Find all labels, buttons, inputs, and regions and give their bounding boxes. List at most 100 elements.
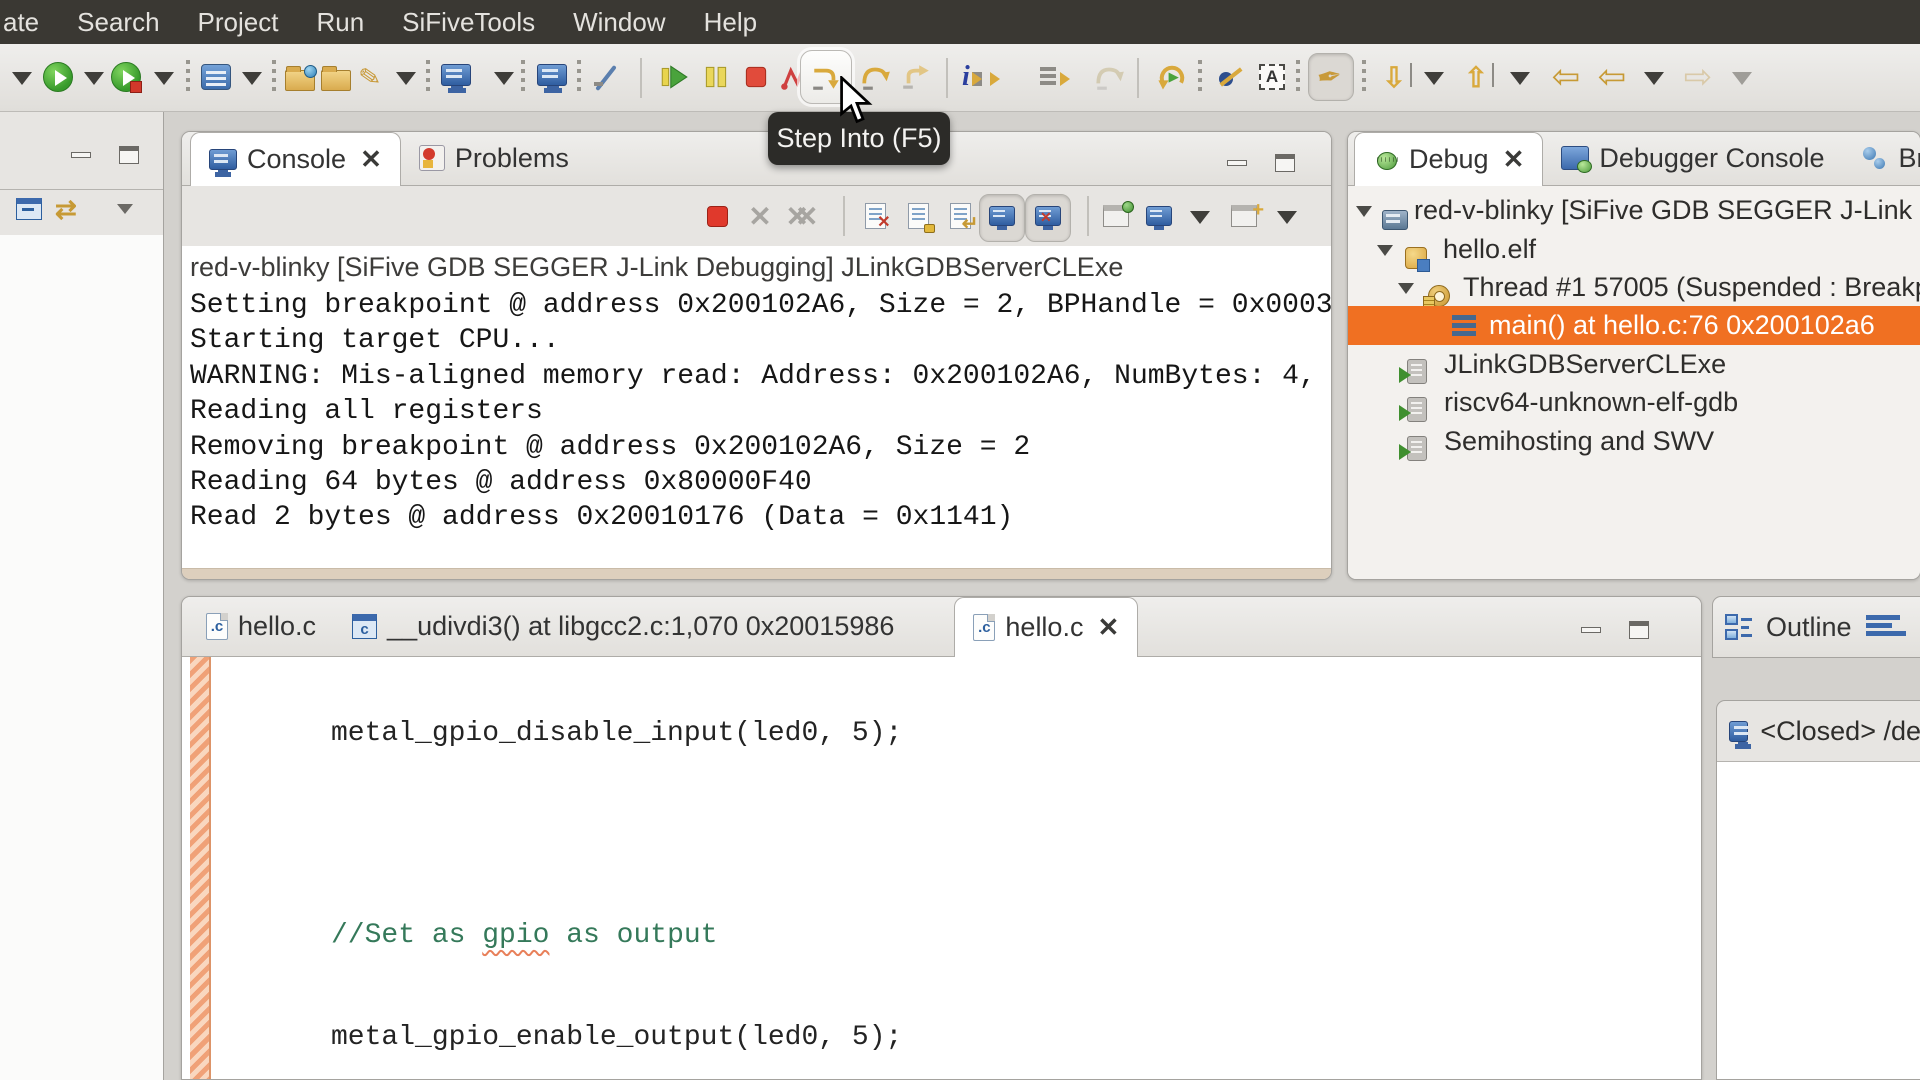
open-console-button[interactable]: + xyxy=(1226,198,1264,234)
previous-annotation-button[interactable]: ⇧ xyxy=(1458,58,1495,96)
move-to-line-button[interactable] xyxy=(1036,58,1072,96)
menu-run[interactable]: Run xyxy=(297,7,383,38)
tab-console[interactable]: Console ✕ xyxy=(190,132,401,186)
chevron-down-icon[interactable] xyxy=(486,58,522,96)
expander-icon[interactable] xyxy=(1356,206,1372,225)
clear-console-button[interactable]: ✕ xyxy=(857,198,893,234)
chevron-down-icon[interactable] xyxy=(1416,58,1452,96)
tab-udivdi3[interactable]: c __udivdi3() at libgcc2.c:1,070 0x20015… xyxy=(334,597,912,656)
chevron-down-icon[interactable] xyxy=(76,58,112,96)
chevron-down-icon[interactable] xyxy=(146,58,182,96)
chevron-down-icon[interactable] xyxy=(1182,198,1218,234)
chevron-down-icon[interactable] xyxy=(1724,58,1760,96)
chevron-down-icon[interactable] xyxy=(1502,58,1538,96)
chevron-down-icon[interactable] xyxy=(234,58,270,96)
menu-window[interactable]: Window xyxy=(554,7,684,38)
tab-problems[interactable]: Problems xyxy=(401,132,587,185)
highlight-pencil-button[interactable]: ✎ xyxy=(352,58,388,96)
tree-row-process[interactable]: Semihosting and SWV xyxy=(1348,422,1920,461)
close-icon[interactable]: ✕ xyxy=(1097,612,1119,643)
step-filters-button[interactable] xyxy=(1092,58,1128,96)
tab-hello-c-active-label: hello.c xyxy=(1005,612,1084,642)
expander-icon[interactable] xyxy=(1377,245,1393,264)
tree-row-elf[interactable]: hello.elf xyxy=(1348,230,1920,272)
show-stderr-button[interactable]: ✕ xyxy=(1030,198,1066,234)
code-editor[interactable]: metal_gpio_disable_input(led0, 5); //Set… xyxy=(182,657,1701,1079)
instruction-stepping-button[interactable]: i xyxy=(962,58,1000,96)
view-menu-icon[interactable] xyxy=(117,204,133,222)
resume-button[interactable] xyxy=(656,58,692,96)
menu-project[interactable]: Project xyxy=(179,7,298,38)
expander-icon[interactable] xyxy=(1398,283,1414,302)
menu-search[interactable]: Search xyxy=(58,7,178,38)
c-file-icon: .c xyxy=(206,612,228,640)
skip-breakpoints-button[interactable] xyxy=(1212,58,1248,96)
run-external-button[interactable] xyxy=(108,58,144,96)
run-button[interactable] xyxy=(40,58,76,96)
tab-hello-c-1[interactable]: .c hello.c xyxy=(188,597,334,656)
tab-debugger-console[interactable]: Debugger Console xyxy=(1543,132,1842,185)
menu-bar: ate Search Project Run SiFiveTools Windo… xyxy=(0,0,1920,44)
terminate-button[interactable] xyxy=(699,198,735,234)
restart-button[interactable] xyxy=(1154,58,1190,96)
console-content[interactable]: red-v-blinky [SiFive GDB SEGGER J-Link D… xyxy=(182,246,1331,569)
mouse-cursor-icon xyxy=(836,74,878,129)
menu-navigate[interactable]: ate xyxy=(0,7,58,38)
tab-breakpoints[interactable]: Bre xyxy=(1843,132,1920,185)
debug-bug-icon xyxy=(1373,147,1399,173)
terminate-button[interactable] xyxy=(738,58,774,96)
menu-help[interactable]: Help xyxy=(685,7,776,38)
show-stdout-button[interactable] xyxy=(984,198,1020,234)
show-type-names-button[interactable]: A xyxy=(1254,58,1290,96)
close-icon[interactable]: ✕ xyxy=(360,144,382,175)
link-with-editor-icon[interactable]: ⇄ xyxy=(55,194,77,225)
tree-row-process[interactable]: JLinkGDBServerCLExe xyxy=(1348,345,1920,384)
word-wrap-button[interactable]: ↵ xyxy=(942,198,979,235)
console-scrollbar[interactable] xyxy=(182,568,1331,579)
chevron-down-icon[interactable] xyxy=(4,58,40,96)
tree-row-process[interactable]: riscv64-unknown-elf-gdb xyxy=(1348,383,1920,422)
pin-console-button[interactable] xyxy=(1098,198,1134,234)
open-project-folder-button[interactable] xyxy=(282,58,318,96)
maximize-button[interactable] xyxy=(1629,621,1649,639)
open-folder-button[interactable] xyxy=(318,58,354,96)
close-icon[interactable]: ✕ xyxy=(1503,144,1525,175)
tab-outline-label[interactable]: Outline xyxy=(1766,612,1852,643)
mark-occurrences-button[interactable]: ✒ xyxy=(1312,58,1348,96)
quill-slash-button[interactable] xyxy=(588,58,624,96)
minimize-button[interactable] xyxy=(1227,160,1247,166)
terminal-content[interactable] xyxy=(1717,761,1920,1079)
editor-range-ruler[interactable] xyxy=(190,657,211,1079)
terminal-button[interactable] xyxy=(534,58,570,96)
remove-all-launches-button[interactable]: ✕✕ xyxy=(784,198,820,234)
last-edit-location-button[interactable]: ⇦ xyxy=(1548,58,1584,96)
minimize-button[interactable] xyxy=(1581,627,1601,633)
chevron-down-icon[interactable] xyxy=(1269,198,1305,234)
maximize-button[interactable] xyxy=(119,146,139,164)
scroll-lock-button[interactable] xyxy=(900,198,936,234)
remove-launch-button[interactable]: ✕ xyxy=(742,198,778,234)
chevron-down-icon[interactable] xyxy=(388,58,424,96)
display-console-button[interactable] xyxy=(1141,198,1177,234)
forward-button[interactable]: ⇨ xyxy=(1680,58,1716,96)
maximize-button[interactable] xyxy=(1275,154,1295,172)
tree-row-stack-frame-selected[interactable]: main() at hello.c:76 0x200102a6 xyxy=(1348,306,1920,345)
next-annotation-button[interactable]: ⇩ xyxy=(1376,58,1413,96)
chevron-down-icon[interactable] xyxy=(1636,58,1672,96)
suspend-button[interactable] xyxy=(698,58,734,96)
collapse-all-icon[interactable] xyxy=(16,198,42,220)
console-button[interactable] xyxy=(438,58,474,96)
tab-debug[interactable]: Debug ✕ xyxy=(1354,132,1544,186)
tree-row-thread[interactable]: Thread #1 57005 (Suspended : Breakpo xyxy=(1348,268,1920,310)
minimize-button[interactable] xyxy=(71,152,91,158)
project-explorer-content[interactable] xyxy=(0,235,163,1080)
outline-toolbar-icon[interactable] xyxy=(1865,615,1906,639)
tree-row-launch[interactable]: red-v-blinky [SiFive GDB SEGGER J-Link D… xyxy=(1348,191,1920,230)
back-button[interactable]: ⇦ xyxy=(1594,58,1630,96)
toolbar-separator xyxy=(843,196,845,236)
tab-terminal[interactable]: <Closed> /de xyxy=(1717,701,1920,761)
tab-hello-c-active[interactable]: .c hello.c ✕ xyxy=(954,597,1139,657)
step-return-button[interactable] xyxy=(898,58,934,96)
menu-sifivetools[interactable]: SiFiveTools xyxy=(383,7,554,38)
new-wizard-button[interactable] xyxy=(198,58,234,96)
